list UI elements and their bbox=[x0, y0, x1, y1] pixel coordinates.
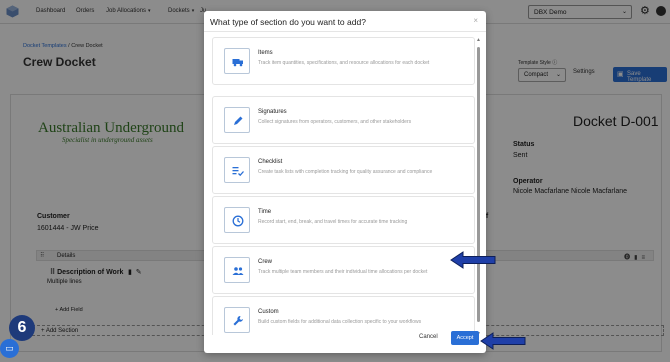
annotation-arrow-crew bbox=[450, 251, 496, 269]
option-title: Items bbox=[258, 50, 273, 56]
pen-icon bbox=[234, 116, 243, 125]
step-number-badge: 6 bbox=[9, 315, 35, 341]
option-icon-box bbox=[224, 107, 250, 133]
close-icon[interactable]: × bbox=[473, 16, 478, 25]
scroll-up-icon[interactable]: ▲ bbox=[476, 37, 481, 43]
option-icon-box bbox=[224, 257, 250, 283]
truck-icon bbox=[232, 59, 243, 67]
option-title: Custom bbox=[258, 309, 279, 315]
option-title: Checklist bbox=[258, 159, 283, 165]
option-description: Build custom fields for additional data … bbox=[258, 319, 422, 325]
checklist-icon bbox=[232, 167, 244, 177]
annotation-arrow-accept bbox=[480, 332, 526, 350]
cancel-button[interactable]: Cancel bbox=[419, 334, 438, 340]
add-section-dialog: What type of section do you want to add?… bbox=[204, 11, 486, 353]
divider bbox=[204, 31, 486, 32]
section-option-checklist[interactable]: Checklist Create task lists with complet… bbox=[212, 146, 475, 194]
option-title: Signatures bbox=[258, 109, 287, 115]
option-description: Track item quantities, specifications, a… bbox=[258, 60, 430, 66]
chat-icon[interactable]: ▭ bbox=[0, 339, 19, 358]
dialog-title: What type of section do you want to add? bbox=[210, 17, 366, 27]
section-option-signatures[interactable]: Signatures Collect signatures from opera… bbox=[212, 96, 475, 144]
option-title: Crew bbox=[258, 259, 273, 265]
option-icon-box bbox=[224, 207, 250, 233]
option-description: Record start, end, break, and travel tim… bbox=[258, 219, 408, 225]
clock-icon bbox=[232, 215, 244, 227]
section-option-custom[interactable]: Custom Build custom fields for additiona… bbox=[212, 296, 475, 335]
option-icon-box bbox=[224, 157, 250, 183]
section-type-list: Items Track item quantities, specificati… bbox=[208, 35, 476, 335]
option-description: Collect signatures from operators, custo… bbox=[258, 119, 412, 125]
people-icon bbox=[232, 267, 244, 275]
section-option-crew[interactable]: Crew Track multiple team members and the… bbox=[212, 246, 475, 294]
option-title: Time bbox=[258, 209, 272, 215]
scrollbar[interactable]: ▲ ▼ bbox=[476, 37, 481, 337]
option-description: Create task lists with completion tracki… bbox=[258, 169, 433, 175]
wrench-icon bbox=[233, 316, 243, 326]
section-option-items[interactable]: Items Track item quantities, specificati… bbox=[212, 37, 475, 85]
option-icon-box bbox=[224, 307, 250, 333]
scrollbar-thumb[interactable] bbox=[477, 47, 480, 322]
section-option-time[interactable]: Time Record start, end, break, and trave… bbox=[212, 196, 475, 244]
accept-button[interactable]: Accept bbox=[451, 331, 479, 345]
option-icon-box bbox=[224, 48, 250, 74]
option-description: Track multiple team members and their in… bbox=[258, 269, 428, 275]
